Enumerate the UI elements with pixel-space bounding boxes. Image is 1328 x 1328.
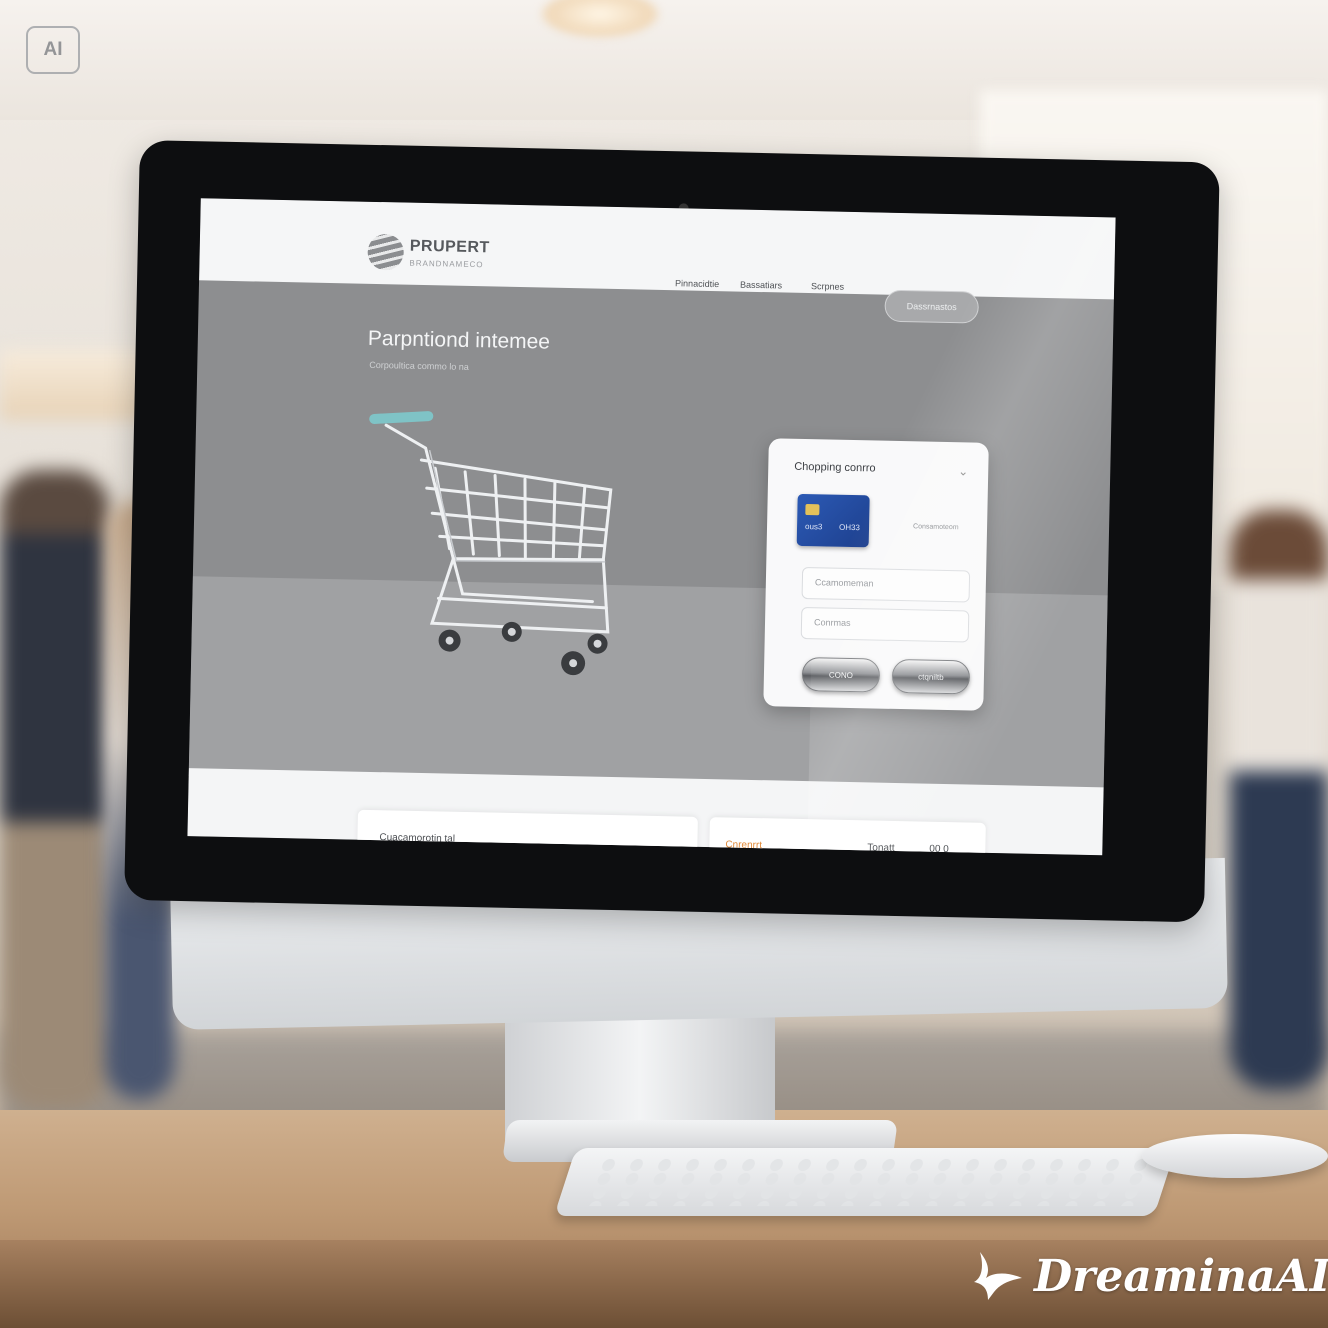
info-card-left-label: Cuacamorotin tal <box>379 832 456 845</box>
info-card-left[interactable]: Cuacamorotin tal <box>357 809 698 856</box>
nav-link-3[interactable]: Scrpnes <box>811 281 844 292</box>
keyboard-keys <box>581 1158 1149 1206</box>
card-side-label: Consamoteom <box>912 523 959 532</box>
card-chip-icon <box>805 504 820 516</box>
site-navbar <box>199 198 1116 300</box>
nav-link-1[interactable]: Pinnacidtie <box>675 278 719 289</box>
keyboard <box>553 1148 1177 1216</box>
checkout-button-left[interactable]: CONO <box>801 656 881 693</box>
brand-tagline: BRANDNAMECO <box>409 258 484 270</box>
checkout-input-1[interactable] <box>812 576 967 592</box>
nav-cta-button[interactable]: Dassrnastos <box>884 289 980 324</box>
ai-badge: AI <box>26 26 80 74</box>
hero-title: Parpntiond intemee <box>367 326 551 354</box>
checkout-button-right[interactable]: ctqniltb <box>891 658 971 695</box>
card-number-right: OH33 <box>838 522 861 533</box>
hero-subtitle: Corpoultica commo lo na <box>369 359 469 372</box>
info-card-right[interactable]: Cnrenrrt Tonatt 00 0 <box>709 817 986 856</box>
checkout-input-2[interactable] <box>811 616 967 632</box>
info-card-right-label-b: Tonatt <box>867 842 895 854</box>
mouse <box>1142 1134 1328 1178</box>
nav-link-2[interactable]: Bassatiars <box>740 280 782 291</box>
person-right <box>1230 510 1328 1090</box>
info-card-right-label-a: Cnrenrrt <box>725 839 763 852</box>
checkout-panel: Chopping conrro ⌄ ous3 OH33 Consamoteom … <box>763 438 989 711</box>
watermark: DreaminaAI <box>970 1248 1328 1304</box>
monitor: PRUPERT BRANDNAMECO Pinnacidtie Bassatia… <box>124 140 1220 923</box>
shopping-cart-icon <box>369 411 613 676</box>
person-left <box>0 470 110 1110</box>
dreamina-logo-icon <box>974 1252 1022 1300</box>
card-number-left: ous3 <box>804 522 823 532</box>
checkout-title: Chopping conrro <box>794 460 876 475</box>
checkout-field-1[interactable] <box>801 566 971 603</box>
info-card-right-label-c: 00 0 <box>929 843 949 856</box>
credit-card[interactable]: ous3 OH33 <box>796 493 870 548</box>
brand-name[interactable]: PRUPERT <box>410 238 490 258</box>
watermark-text: DreaminaAI <box>1034 1250 1328 1302</box>
screen: PRUPERT BRANDNAMECO Pinnacidtie Bassatia… <box>187 198 1116 856</box>
chevron-down-icon[interactable]: ⌄ <box>958 464 968 478</box>
checkout-field-2[interactable] <box>800 606 970 643</box>
